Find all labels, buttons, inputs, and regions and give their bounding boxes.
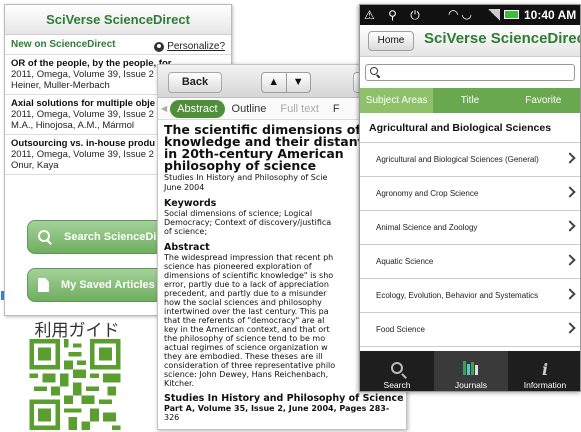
tab-f[interactable]: F	[326, 100, 347, 118]
chevron-right-icon	[564, 186, 576, 198]
tabs-left-arrow-icon[interactable]: ◀	[161, 104, 167, 113]
list-item[interactable]: Aquatic Science	[360, 245, 580, 279]
info-icon: i	[541, 360, 549, 379]
tab-subject-areas[interactable]: Subject Areas	[360, 88, 434, 113]
personalize-link[interactable]: Personalize?	[154, 39, 225, 54]
list-item[interactable]: Animal Science and Zoology	[360, 211, 580, 245]
list-item[interactable]: Agricultural and Biological Sciences (Ge…	[360, 143, 580, 177]
chevron-right-icon	[564, 254, 576, 266]
browse-tabs: Subject Areas Title Favorite	[360, 88, 580, 113]
back-button[interactable]: Back	[168, 72, 222, 93]
bottom-nav: Search Journals i Information	[360, 351, 580, 391]
tab-favorite[interactable]: Favorite	[507, 88, 580, 113]
notification-icons: ⚠ ⚲ ⏻	[364, 7, 425, 22]
search-icon	[38, 230, 52, 244]
app-header: Home SciVerse ScienceDirect	[360, 25, 580, 57]
wifi-icon: ◠◡	[448, 7, 475, 21]
prev-next-buttons: ▲ ▼	[261, 72, 311, 93]
status-bar: ⚠ ⚲ ⏻ ◠◡ 10:40 AM	[360, 5, 580, 25]
next-button[interactable]: ▼	[285, 73, 311, 92]
person-icon	[154, 41, 165, 52]
tab-full-text[interactable]: Full text	[273, 100, 326, 118]
search-icon	[370, 67, 378, 75]
journal-citation[interactable]: Studies In History and Philosophy of Sci…	[164, 394, 404, 404]
signal-icon	[488, 9, 500, 21]
app-logo: SciVerse ScienceDirect	[424, 30, 581, 47]
battery-icon	[504, 10, 519, 19]
status-time: 10:40 AM	[524, 8, 577, 22]
books-icon	[463, 361, 479, 375]
document-icon	[38, 278, 49, 292]
section-title: New on ScienceDirect	[11, 39, 116, 50]
new-on-bar: New on ScienceDirect Personalize?	[5, 35, 231, 55]
guide-label: 利用ガイド	[34, 321, 120, 340]
tab-title[interactable]: Title	[433, 88, 506, 113]
journal-citation-pages: 326	[164, 413, 180, 422]
chevron-right-icon	[564, 322, 576, 334]
previous-button[interactable]: ▲	[262, 73, 286, 92]
chevron-right-icon	[564, 220, 576, 232]
list-item[interactable]: Ecology, Evolution, Behavior and Systema…	[360, 279, 580, 313]
side-marker	[1, 291, 4, 300]
journal-citation-detail: Part A, Volume 35, Issue 2, June 2004, P…	[164, 404, 390, 413]
list-item[interactable]: Agronomy and Crop Science	[360, 177, 580, 211]
app-title: SciVerse ScienceDirect	[5, 5, 231, 35]
tab-abstract[interactable]: Abstract	[170, 99, 225, 118]
category-heading: Agricultural and Biological Sciences	[360, 113, 580, 143]
browse-screen: ⚠ ⚲ ⏻ ◠◡ 10:40 AM Home SciVerse ScienceD…	[359, 4, 581, 392]
search-icon	[391, 362, 403, 374]
home-button[interactable]: Home	[368, 31, 414, 51]
tab-outline[interactable]: Outline	[225, 100, 274, 118]
nav-information[interactable]: i Information	[508, 351, 580, 391]
chevron-right-icon	[564, 288, 576, 300]
chevron-right-icon	[564, 152, 576, 164]
search-input[interactable]	[365, 64, 575, 81]
nav-journals[interactable]: Journals	[434, 351, 508, 391]
list-item[interactable]: Food Science	[360, 313, 580, 347]
qr-code-image	[27, 339, 123, 430]
nav-search[interactable]: Search	[360, 351, 434, 391]
